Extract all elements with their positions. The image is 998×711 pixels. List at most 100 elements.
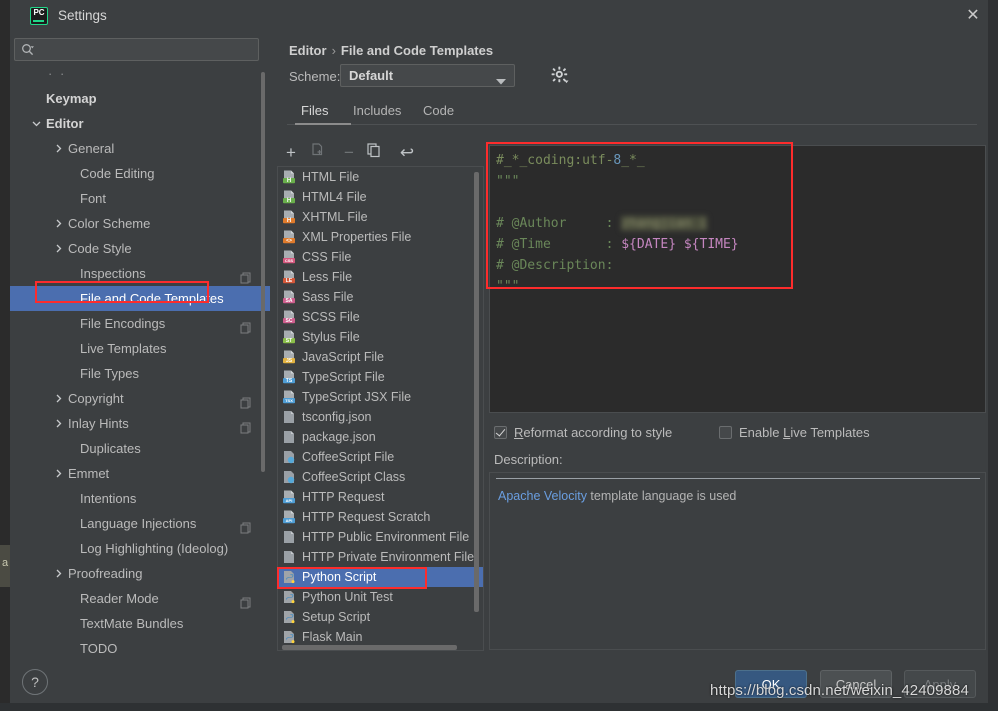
reformat-checkbox-row[interactable]: Reformat according to style [494, 425, 744, 443]
sidebar-item-label: File Encodings [80, 316, 166, 331]
template-list-item[interactable]: CSS CSS File [278, 247, 483, 267]
template-list-item[interactable]: LE Less File [278, 267, 483, 287]
sidebar-item-file-and-code-templates[interactable]: File and Code Templates [10, 286, 270, 311]
template-list-item[interactable]: CoffeeScript Class [278, 467, 483, 487]
sidebar-item-code-style[interactable]: Code Style [10, 236, 270, 261]
sidebar-item-language-injections[interactable]: Language Injections [10, 511, 270, 536]
sidebar-item-todo[interactable]: TODO [10, 636, 270, 658]
template-code-editor[interactable]: #_*_coding:utf-8_*_ """ # @Author : zhan… [489, 145, 986, 413]
tab-includes[interactable]: Includes [353, 97, 401, 125]
template-list-item[interactable]: package.json [278, 427, 483, 447]
template-list-item[interactable]: JS JavaScript File [278, 347, 483, 367]
sidebar-item-file-types[interactable]: File Types [10, 361, 270, 386]
sidebar-item-intentions[interactable]: Intentions [10, 486, 270, 511]
template-list-item[interactable]: SA Sass File [278, 287, 483, 307]
chevron-right-icon[interactable] [54, 411, 64, 436]
template-list-item[interactable]: API HTTP Request Scratch [278, 507, 483, 527]
template-list-toolbar[interactable]: + − ↩ [278, 140, 483, 166]
sidebar-item-reader-mode[interactable]: Reader Mode [10, 586, 270, 611]
copy-settings-icon[interactable] [240, 267, 252, 284]
sidebar-item-font[interactable]: Font [10, 186, 270, 211]
template-list-item-label: Sass File [302, 290, 354, 304]
template-list-item-label: tsconfig.json [302, 410, 372, 424]
template-list-item[interactable]: Flask Main [278, 627, 483, 647]
reformat-checkbox[interactable] [494, 426, 507, 439]
template-list-item[interactable]: HTTP Private Environment File [278, 547, 483, 567]
sidebar-item-duplicates[interactable]: Duplicates [10, 436, 270, 461]
scheme-label: Scheme: [289, 69, 341, 84]
chevron-right-icon[interactable] [54, 236, 64, 261]
sidebar-item-textmate-bundles[interactable]: TextMate Bundles [10, 611, 270, 636]
settings-tree[interactable]: · · Keymap Editor General Code Editing Font Co… [10, 64, 270, 658]
sidebar-item-code-editing[interactable]: Code Editing [10, 161, 270, 186]
tab-files[interactable]: Files [301, 97, 328, 125]
sidebar-item-color-scheme[interactable]: Color Scheme [10, 211, 270, 236]
copy-settings-icon[interactable] [240, 592, 252, 609]
chevron-right-icon[interactable] [54, 211, 64, 236]
template-list-item[interactable]: Python Unit Test [278, 587, 483, 607]
live-templates-checkbox-row[interactable]: Enable Live Templates [719, 425, 969, 443]
sidebar-item-general[interactable]: General [10, 136, 270, 161]
tree-scrollbar[interactable] [261, 72, 265, 472]
sidebar-item-editor[interactable]: Editor [10, 111, 270, 136]
template-list-item[interactable]: API HTTP Request [278, 487, 483, 507]
copy-settings-icon[interactable] [240, 517, 252, 534]
scheme-dropdown[interactable]: Default [340, 64, 515, 87]
sidebar-item-file-encodings[interactable]: File Encodings [10, 311, 270, 336]
template-list-item[interactable]: Setup Script [278, 607, 483, 627]
html-file-icon: H [282, 170, 296, 184]
reformat-label-mnemonic: R [514, 425, 524, 440]
svg-text:SA: SA [286, 298, 293, 304]
sidebar-item-label: Keymap [46, 91, 97, 106]
template-list-scrollbar[interactable] [474, 172, 479, 612]
svg-text:JS: JS [286, 358, 293, 364]
sidebar-item-label: Code Editing [80, 166, 155, 181]
chevron-right-icon[interactable] [54, 461, 64, 486]
template-list-item[interactable]: tsconfig.json [278, 407, 483, 427]
chevron-down-icon[interactable] [32, 111, 42, 136]
tab-code[interactable]: Code [423, 97, 454, 125]
live-templates-checkbox-label: Enable Live Templates [739, 425, 870, 440]
template-list-hscrollbar[interactable] [282, 645, 457, 650]
sidebar-item-proofreading[interactable]: Proofreading [10, 561, 270, 586]
typescript-file-icon: TS [282, 370, 296, 384]
chevron-right-icon[interactable] [54, 386, 64, 411]
help-button[interactable]: ? [22, 669, 48, 695]
template-list-item[interactable]: TS TypeScript File [278, 367, 483, 387]
template-list-item[interactable]: <> XML Properties File [278, 227, 483, 247]
template-list-item[interactable]: H HTML4 File [278, 187, 483, 207]
sidebar-item-live-templates[interactable]: Live Templates [10, 336, 270, 361]
breadcrumb-parent[interactable]: Editor [289, 43, 327, 58]
close-icon[interactable]: ✕ [960, 4, 986, 28]
copy-settings-icon[interactable] [240, 417, 252, 434]
chevron-right-icon[interactable] [54, 561, 64, 586]
copy-settings-icon[interactable] [240, 392, 252, 409]
template-list-item[interactable]: TSX TypeScript JSX File [278, 387, 483, 407]
template-list-item[interactable]: H XHTML File [278, 207, 483, 227]
gear-icon[interactable] [551, 66, 569, 84]
live-templates-checkbox[interactable] [719, 426, 732, 439]
template-list-item[interactable]: CoffeeScript File [278, 447, 483, 467]
add-button[interactable]: + [280, 142, 302, 164]
sidebar-item-copyright[interactable]: Copyright [10, 386, 270, 411]
chevron-right-icon[interactable] [54, 136, 64, 161]
sidebar-item-log-highlighting-ideolog[interactable]: Log Highlighting (Ideolog) [10, 536, 270, 561]
template-list[interactable]: H HTML File H HTML4 File H XHTML File <> XML Pr… [278, 167, 483, 650]
sidebar-item-emmet[interactable]: Emmet [10, 461, 270, 486]
copy-settings-icon[interactable] [240, 317, 252, 334]
sidebar-item-inspections[interactable]: Inspections [10, 261, 270, 286]
sidebar-item-inlay-hints[interactable]: Inlay Hints [10, 411, 270, 436]
sidebar-item-keymap[interactable]: Keymap [10, 86, 270, 111]
duplicate-button[interactable] [366, 142, 388, 164]
reset-button[interactable]: ↩ [396, 142, 418, 164]
search-input[interactable] [14, 38, 259, 61]
template-list-item[interactable]: ST Stylus File [278, 327, 483, 347]
template-list-item[interactable]: HTTP Public Environment File [278, 527, 483, 547]
template-list-item[interactable]: H HTML File [278, 167, 483, 187]
tab-bar[interactable]: Files Includes Code [287, 97, 977, 127]
template-list-item[interactable]: SC SCSS File [278, 307, 483, 327]
template-list-item[interactable]: Python Script [278, 567, 483, 587]
pycharm-logo-icon: PC [30, 7, 48, 25]
apache-velocity-link[interactable]: Apache Velocity [498, 489, 587, 503]
sidebar-item-label: Live Templates [80, 341, 167, 356]
